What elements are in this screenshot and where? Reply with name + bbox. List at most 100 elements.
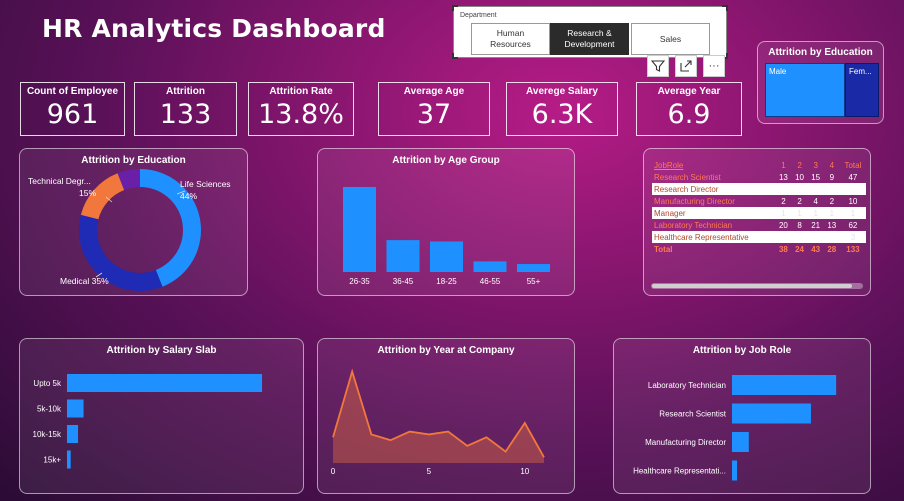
- focus-mode-icon-glyph: [680, 60, 692, 72]
- treemap-tile-male[interactable]: Male: [765, 63, 845, 117]
- filter-icon-glyph: [651, 60, 665, 72]
- age-bar-46-55[interactable]: [473, 261, 507, 272]
- salary-bar[interactable]: [67, 425, 79, 443]
- dashboard-title: HR Analytics Dashboard: [42, 14, 386, 43]
- salary-tick-label: 5k-10k: [37, 405, 62, 414]
- cell-3: 4: [813, 196, 818, 206]
- kpi-label: Average Age: [403, 86, 465, 97]
- treemap-tile-female[interactable]: Fem...: [845, 63, 879, 117]
- age-bar-18-25[interactable]: [430, 241, 463, 272]
- cell-1: 13: [778, 172, 788, 182]
- age-bar-26-35[interactable]: [343, 186, 376, 272]
- table-row[interactable]: Research Director: [652, 183, 866, 195]
- table-header-row: JobRole 1 2 3 4 Total: [652, 159, 866, 171]
- cell-3: [807, 231, 824, 243]
- slicer-option-sales[interactable]: Sales: [631, 23, 710, 55]
- salary-bar[interactable]: [67, 374, 263, 392]
- jobrole-tick-label: Manufacturing Director: [645, 438, 726, 447]
- age-bar-55+[interactable]: [517, 264, 550, 272]
- column-header-jobrole[interactable]: JobRole: [652, 159, 775, 171]
- age-tick-label: 18-25: [436, 277, 457, 286]
- table-row[interactable]: Manager 1 1 1 1 1: [652, 207, 866, 219]
- slicer-option-human-resources[interactable]: Human Resources: [471, 23, 550, 55]
- slicer-option-research-development[interactable]: Research & Development: [550, 23, 629, 55]
- column-header-2[interactable]: 2: [791, 159, 807, 171]
- kpi-value: 6.9: [667, 99, 711, 130]
- kpi-label: Attrition: [166, 86, 205, 97]
- salary-slab-panel: Attrition by Salary Slab Upto 5k 5k-10k 10…: [19, 338, 304, 494]
- jobrole-bar[interactable]: [732, 432, 749, 452]
- year-tick-label: 10: [520, 467, 529, 476]
- cell-4: 1: [823, 207, 840, 219]
- donut-label-life-sciences-pct: 44%: [180, 191, 197, 201]
- cell-3: 15: [811, 172, 821, 182]
- salary-bar[interactable]: [67, 450, 71, 469]
- kpi-value: 133: [159, 99, 212, 130]
- age-tick-label: 55+: [527, 277, 541, 286]
- kpi-attrition-rate: Attrition Rate 13.8%: [248, 82, 354, 136]
- kpi-value: 6.3K: [531, 99, 593, 130]
- table-row[interactable]: Healthcare Representative 3: [652, 231, 866, 243]
- cell-2: 8: [797, 220, 802, 230]
- salary-tick-label: 10k-15k: [33, 430, 62, 439]
- scrollbar-thumb[interactable]: [652, 284, 852, 288]
- focus-mode-icon[interactable]: [675, 55, 697, 77]
- slicer-label: Department: [460, 12, 497, 19]
- total-label: Total: [654, 244, 673, 254]
- table-row[interactable]: Manufacturing Director 2 2 4 2 10: [652, 195, 866, 207]
- age-group-panel: Attrition by Age Group 26-35 36-45 18-25 46…: [317, 148, 575, 296]
- table-row[interactable]: Research Scientist 13 10 15 9 47: [652, 171, 866, 183]
- cell-4: [823, 183, 840, 195]
- cell-1: [775, 183, 792, 195]
- cell-4: 13: [827, 220, 837, 230]
- total-cell-total: 133: [846, 244, 860, 254]
- department-slicer[interactable]: Department Human Resources Research & De…: [452, 5, 728, 59]
- kpi-attrition: Attrition 133: [134, 82, 237, 136]
- jobrole-tick-label: Laboratory Technician: [648, 381, 726, 390]
- education-donut-panel: Attrition by Education Life Sciences 44%…: [19, 148, 248, 296]
- table-total-row: Total 38 24 43 28 133: [652, 243, 866, 255]
- kpi-value: 37: [416, 99, 452, 130]
- cell-jobrole: Laboratory Technician: [654, 220, 733, 230]
- kpi-label: Averege Salary: [526, 86, 598, 97]
- column-header-4[interactable]: 4: [824, 159, 840, 171]
- donut-label-life-sciences: Life Sciences: [180, 179, 231, 189]
- cell-3: [807, 183, 824, 195]
- year-area-fill: [333, 371, 544, 463]
- year-tick-label: 0: [331, 467, 336, 476]
- age-tick-label: 46-55: [480, 277, 501, 286]
- cell-total: 47: [848, 172, 858, 182]
- salary-slab-chart: Upto 5k 5k-10k 10k-15k 15k+: [33, 374, 263, 469]
- kpi-average-age: Average Age 37: [378, 82, 490, 136]
- column-header-1[interactable]: 1: [775, 159, 791, 171]
- treemap-tile-label: Male: [769, 67, 787, 76]
- year-at-company-chart: 0 5 10: [331, 368, 545, 476]
- cell-2: 2: [797, 196, 802, 206]
- job-role-table: JobRole 1 2 3 4 Total Research Scientist…: [652, 159, 866, 255]
- cell-1: 2: [781, 196, 786, 206]
- salary-bar[interactable]: [67, 399, 84, 418]
- cell-2: 10: [795, 172, 804, 182]
- cell-4: 2: [829, 196, 835, 206]
- filter-icon[interactable]: [647, 55, 669, 77]
- column-header-total[interactable]: Total: [840, 159, 866, 171]
- cell-jobrole: Manufacturing Director: [654, 196, 735, 206]
- total-cell-3: 43: [811, 244, 821, 254]
- age-bar-36-45[interactable]: [386, 240, 420, 272]
- donut-label-technical-pct: 15%: [79, 188, 96, 198]
- jobrole-bar[interactable]: [732, 375, 837, 395]
- jobrole-tick-label: Research Scientist: [659, 410, 726, 419]
- cell-jobrole: Research Scientist: [654, 172, 721, 182]
- table-row[interactable]: Laboratory Technician 20 8 21 13 62: [652, 219, 866, 231]
- more-options-button[interactable]: ···: [703, 55, 725, 77]
- education-donut-chart: Life Sciences 44% Medical 35% Technical …: [28, 169, 231, 291]
- jobrole-bar[interactable]: [732, 403, 811, 424]
- total-cell-1: 38: [778, 244, 788, 254]
- column-header-3[interactable]: 3: [808, 159, 824, 171]
- kpi-average-year: Average Year 6.9: [636, 82, 742, 136]
- table-horizontal-scrollbar[interactable]: [651, 283, 863, 289]
- kpi-label: Average Year: [657, 86, 721, 97]
- cell-jobrole: Research Director: [652, 183, 776, 195]
- cell-total: 3: [839, 231, 866, 243]
- jobrole-bar[interactable]: [732, 460, 738, 481]
